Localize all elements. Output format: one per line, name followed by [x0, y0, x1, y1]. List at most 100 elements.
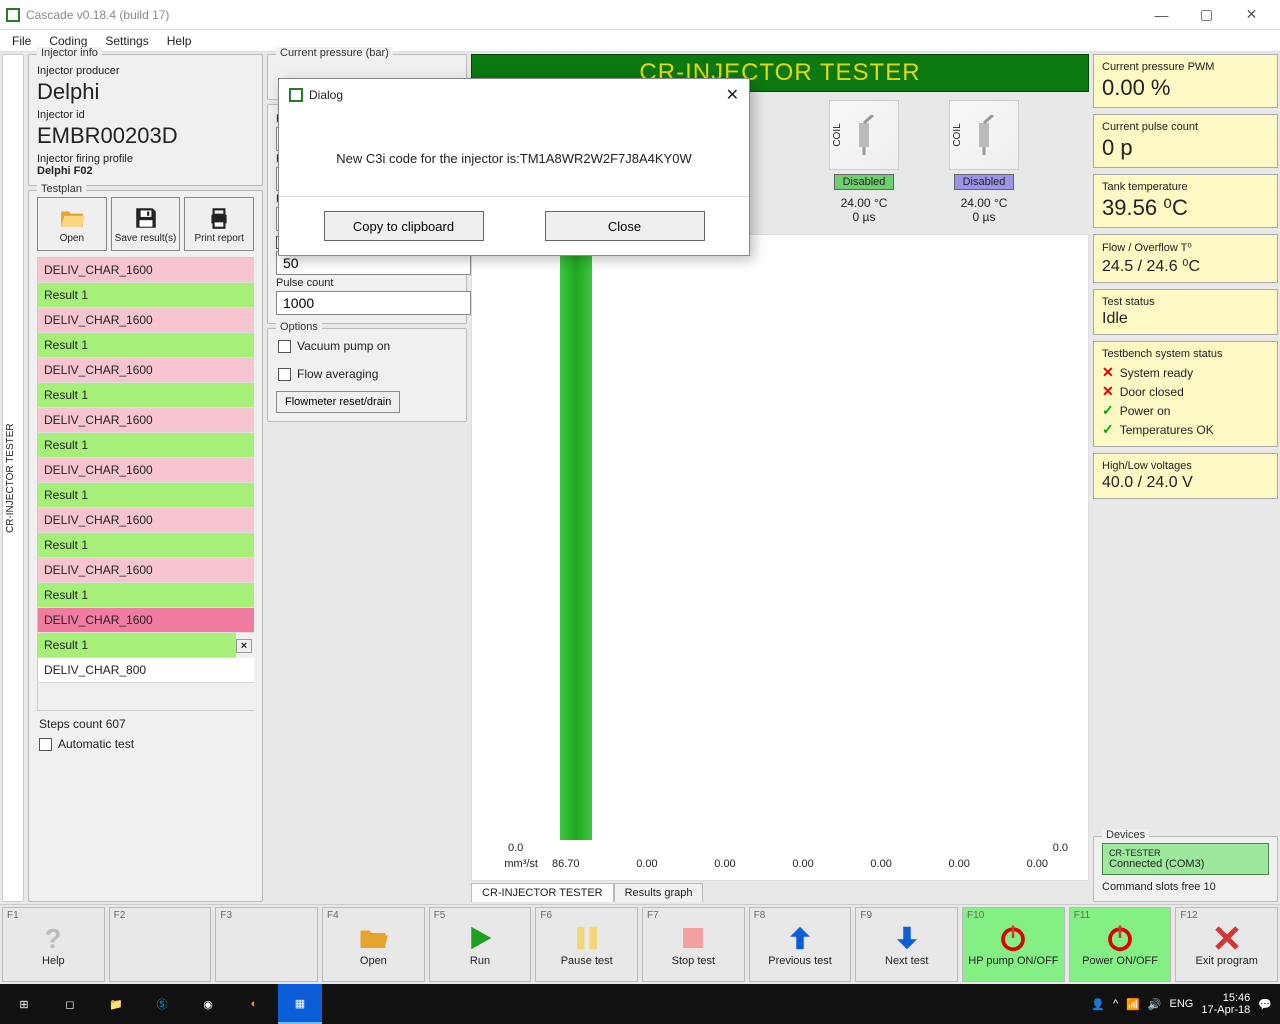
tray-volume-icon[interactable]: 🔊 — [1148, 998, 1162, 1011]
chart-x-right: 0.0 — [1053, 842, 1068, 854]
testplan-item[interactable]: DELIV_CHAR_1600 — [38, 458, 254, 483]
fkey-f4[interactable]: F4Open — [322, 907, 425, 982]
menu-settings[interactable]: Settings — [97, 32, 156, 50]
minimize-button[interactable]: — — [1139, 0, 1184, 30]
x-icon: ✕ — [1102, 383, 1114, 400]
tray-lang[interactable]: ENG — [1170, 998, 1194, 1010]
voltages-panel: High/Low voltages 40.0 / 24.0 V — [1093, 453, 1278, 499]
testplan-item[interactable]: Result 1 — [38, 433, 254, 458]
test-status-value: Idle — [1102, 310, 1269, 328]
pwm-value: 0.00 % — [1102, 75, 1269, 101]
dialog-close-icon[interactable]: ✕ — [726, 85, 739, 105]
testplan-item[interactable]: DELIV_CHAR_1600 — [38, 558, 254, 583]
skype-icon[interactable]: Ⓢ — [140, 984, 184, 1024]
menu-file[interactable]: File — [4, 32, 39, 50]
testplan-item[interactable]: DELIV_CHAR_1600 — [38, 358, 254, 383]
automatic-test-checkbox[interactable] — [39, 738, 52, 751]
device-entry[interactable]: CR-TESTER Connected (COM3) — [1102, 843, 1269, 875]
dialog-message: New C3i code for the injector is:TM1A8WR… — [279, 111, 749, 197]
tray-people-icon[interactable]: 👤 — [1091, 998, 1105, 1011]
fkey-f6[interactable]: F6Pause test — [535, 907, 638, 982]
testplan-item[interactable]: Result 1 — [38, 383, 254, 408]
app-icon — [6, 8, 20, 22]
close-window-button[interactable]: ✕ — [1229, 0, 1274, 30]
tank-temp-panel: Tank temperature 39.56 ⁰C — [1093, 174, 1278, 228]
tray-date[interactable]: 17-Apr-18 — [1201, 1004, 1250, 1016]
fkey-f5[interactable]: F5Run — [429, 907, 532, 982]
maximize-button[interactable]: ▢ — [1184, 0, 1229, 30]
device-status: Connected (COM3) — [1109, 858, 1262, 870]
tray-up-icon[interactable]: ^ — [1113, 998, 1118, 1010]
injector-id-value: EMBR00203D — [37, 123, 254, 149]
tray-network-icon[interactable]: 📶 — [1126, 998, 1140, 1011]
testplan-item-close-icon[interactable]: × — [236, 639, 252, 653]
system-status-panel: Testbench system status ✕System ready✕Do… — [1093, 341, 1278, 447]
testplan-item[interactable]: Result 1 — [38, 633, 236, 658]
testplan-item[interactable]: Result 1 — [38, 283, 254, 308]
tab-cr-injector[interactable]: CR-INJECTOR TESTER — [471, 883, 614, 902]
chart-bar — [560, 235, 592, 840]
fkey-f1[interactable]: F1?Help — [2, 907, 105, 982]
x-icon: ✕ — [1102, 364, 1114, 381]
flow-temp-value: 24.5 / 24.6 ⁰C — [1102, 256, 1269, 276]
save-results-button[interactable]: Save result(s) — [111, 197, 181, 251]
tab-results-graph[interactable]: Results graph — [614, 883, 704, 902]
svg-text:?: ? — [45, 923, 62, 953]
testplan-item[interactable]: Result 1 — [38, 583, 254, 608]
menu-help[interactable]: Help — [159, 32, 200, 50]
options-panel: Options Vacuum pump on Flow averaging Fl… — [267, 328, 467, 422]
dialog: Dialog ✕ New C3i code for the injector i… — [278, 78, 750, 256]
automatic-test-label: Automatic test — [58, 737, 134, 751]
testplan-list[interactable]: DELIV_CHAR_1600Result 1DELIV_CHAR_1600Re… — [37, 257, 254, 711]
system-status-row: ✕Door closed — [1102, 383, 1269, 400]
profile-value: Delphi F02 — [37, 165, 254, 177]
copy-to-clipboard-button[interactable]: Copy to clipboard — [324, 211, 484, 241]
fkey-f10[interactable]: F10HP pump ON/OFF — [962, 907, 1065, 982]
testplan-item[interactable]: DELIV_CHAR_1600 — [38, 408, 254, 433]
fkey-f11[interactable]: F11Power ON/OFF — [1069, 907, 1172, 982]
testplan-item[interactable]: DELIV_CHAR_1600 — [38, 258, 254, 283]
windows-taskbar: ⊞ ◻ 📁 Ⓢ ◉ ◐ ▦ 👤 ^ 📶 🔊 ENG 15:46 17-Apr-1… — [0, 984, 1280, 1024]
pulse-count-panel: Current pulse count 0 p — [1093, 114, 1278, 168]
producer-label: Injector producer — [37, 65, 254, 77]
test-status-panel: Test status Idle — [1093, 289, 1278, 335]
testplan-item[interactable]: DELIV_CHAR_1600 — [38, 308, 254, 333]
testplan-item[interactable]: Result 1 — [38, 333, 254, 358]
fkey-f12[interactable]: F12Exit program — [1175, 907, 1278, 982]
fkey-f7[interactable]: F7Stop test — [642, 907, 745, 982]
pulse-count-input[interactable] — [276, 291, 471, 315]
vacuum-pump-checkbox[interactable] — [278, 340, 291, 353]
testplan-item[interactable]: DELIV_CHAR_1600 — [38, 508, 254, 533]
print-report-button[interactable]: Print report — [184, 197, 254, 251]
open-button[interactable]: Open — [37, 197, 107, 251]
function-key-bar: F1?HelpF2F3F4OpenF5RunF6Pause testF7Stop… — [0, 904, 1280, 984]
testplan-item[interactable]: Result 1 — [38, 483, 254, 508]
devices-legend: Devices — [1102, 829, 1149, 841]
fkey-f3: F3 — [215, 907, 318, 982]
steps-count: Steps count 607 — [39, 717, 252, 731]
dialog-close-button[interactable]: Close — [545, 211, 705, 241]
testplan-item[interactable]: DELIV_CHAR_1600 — [38, 608, 254, 633]
flowmeter-reset-button[interactable]: Flowmeter reset/drain — [276, 391, 400, 413]
flow-averaging-checkbox[interactable] — [278, 368, 291, 381]
chart-y-top: 0.0 — [508, 842, 523, 854]
pwm-panel: Current pressure PWM 0.00 % — [1093, 54, 1278, 108]
flow-averaging-label: Flow averaging — [297, 367, 378, 381]
firefox-icon[interactable]: ◐ — [232, 984, 276, 1024]
testplan-item[interactable]: DELIV_CHAR_800 — [38, 658, 254, 683]
tray-notification-icon[interactable]: 💬 — [1258, 998, 1272, 1011]
coil-2: COIL Disabled 24.00 °C0 µs — [939, 100, 1029, 224]
chrome-icon[interactable]: ◉ — [186, 984, 230, 1024]
sidebar-tab[interactable]: CR-INJECTOR TESTER — [2, 54, 24, 902]
fkey-f9[interactable]: F9Next test — [855, 907, 958, 982]
start-button[interactable]: ⊞ — [2, 984, 46, 1024]
fkey-f8[interactable]: F8Previous test — [749, 907, 852, 982]
pressure-legend: Current pressure (bar) — [276, 47, 393, 59]
coil-status-badge: Disabled — [834, 174, 895, 190]
tray-time[interactable]: 15:46 — [1201, 992, 1250, 1004]
app-taskbar-icon[interactable]: ▦ — [278, 984, 322, 1024]
task-view-icon[interactable]: ◻ — [48, 984, 92, 1024]
testplan-item[interactable]: Result 1 — [38, 533, 254, 558]
producer-value: Delphi — [37, 79, 254, 105]
file-explorer-icon[interactable]: 📁 — [94, 984, 138, 1024]
